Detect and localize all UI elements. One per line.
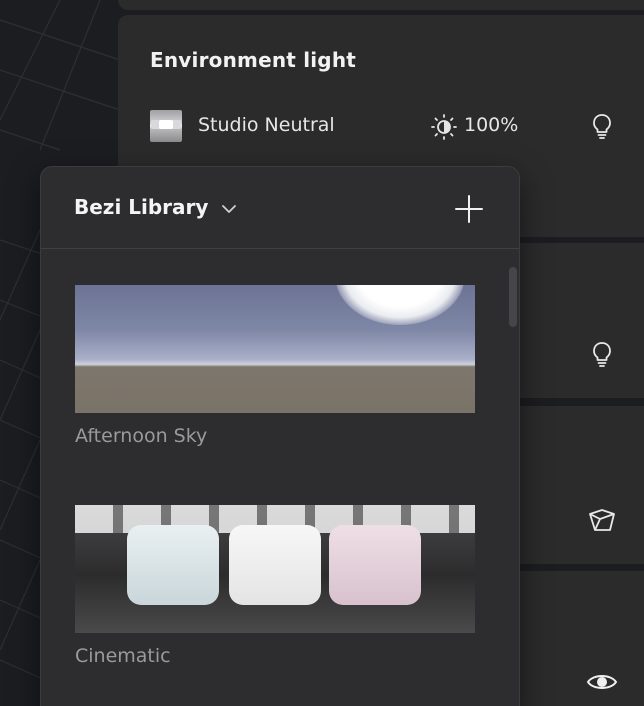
add-button[interactable] [453,193,485,225]
library-popover: Bezi Library Afternoon Sky Cinematic [40,166,520,706]
softbox-warm [329,525,421,605]
lightbulb-icon[interactable] [588,112,616,140]
cube-icon[interactable] [587,505,617,535]
lightbulb-icon[interactable] [588,340,616,368]
panel-card-top [118,0,644,10]
app-root: Environment light Studio Neutral 100% Be… [0,0,644,706]
environment-light-title: Environment light [150,48,357,72]
library-scrollbar[interactable] [509,267,517,327]
library-item-label: Afternoon Sky [75,425,208,447]
eye-icon[interactable] [586,668,618,696]
environment-thumbnail[interactable] [150,110,182,142]
softbox-neutral [229,525,321,605]
sun-glow [335,285,465,325]
cinematic-preview[interactable] [75,505,475,633]
chevron-down-icon[interactable] [219,199,239,219]
library-header: Bezi Library [41,167,519,249]
library-item-afternoon-sky[interactable]: Afternoon Sky [75,285,475,447]
library-title[interactable]: Bezi Library [74,195,208,219]
brightness-icon [431,114,457,140]
environment-selected-name[interactable]: Studio Neutral [198,114,335,136]
afternoon-sky-preview[interactable] [75,285,475,413]
softbox-cool [127,525,219,605]
library-item-cinematic[interactable]: Cinematic [75,505,475,667]
intensity-value[interactable]: 100% [464,114,518,136]
library-item-label: Cinematic [75,645,171,667]
